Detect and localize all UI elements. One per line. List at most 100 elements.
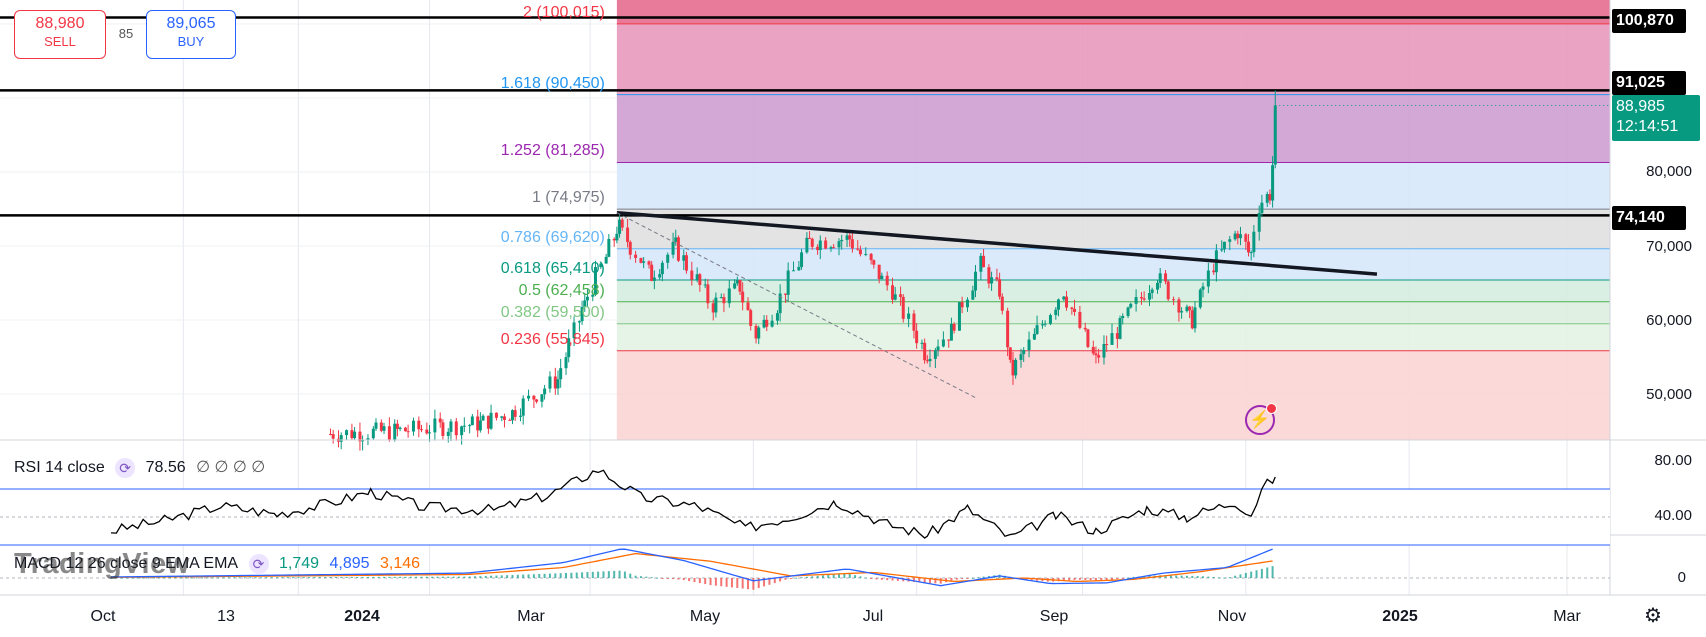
macd-histogram-bar (431, 576, 434, 578)
macd-histogram-bar (821, 575, 824, 578)
candle-body (382, 426, 386, 431)
candle-body (1147, 293, 1151, 300)
gear-icon[interactable]: ⚙ (1644, 603, 1662, 628)
histogram-value: 3,146 (380, 555, 421, 573)
candle-body (1257, 213, 1261, 232)
candle-body (1043, 323, 1047, 325)
price-marker-74140[interactable]: 74,140 (1612, 206, 1686, 230)
candle-body (719, 297, 723, 299)
macd-histogram-bar (495, 575, 498, 578)
macd-histogram-bar (436, 576, 439, 578)
candle-body (462, 425, 466, 427)
macd-tick-0: 0 (1677, 569, 1686, 586)
cycle-icon[interactable]: ⟳ (248, 554, 269, 574)
candle-body (398, 427, 402, 430)
candle-body (1011, 359, 1015, 376)
macd-histogram-bar (575, 572, 578, 578)
candle-body (741, 291, 745, 303)
macd-histogram-bar (1185, 575, 1188, 578)
macd-histogram-bar (966, 578, 969, 579)
macd-histogram-bar (950, 578, 953, 581)
macd-histogram-bar (725, 578, 728, 587)
macd-histogram-bar (864, 577, 867, 579)
candle-body (797, 266, 801, 271)
candle-body (425, 429, 429, 434)
candle-body (1121, 315, 1125, 319)
price-marker-100870[interactable]: 100,870 (1612, 9, 1686, 33)
macd-histogram-bar (356, 576, 359, 578)
fib-zone-0 (616, 0, 1610, 24)
candle-body (438, 418, 442, 423)
macd-histogram-bar (457, 576, 460, 578)
candle-body (960, 302, 964, 308)
rsi-legend[interactable]: RSI 14 close ⟳ 78.56 ∅ ∅ ∅ ∅ (14, 457, 271, 478)
macd-histogram-bar (570, 572, 573, 578)
macd-histogram-bar (409, 576, 412, 578)
candle-body (818, 240, 822, 251)
macd-histogram-bar (586, 572, 589, 578)
macd-value: 1,749 (279, 555, 320, 573)
macd-histogram-bar (388, 576, 391, 578)
macd-histogram-bar (265, 577, 268, 579)
macd-histogram-bar (1202, 576, 1205, 578)
sell-label: SELL (44, 34, 76, 49)
candle-body (775, 313, 779, 321)
candle-body (1268, 194, 1272, 201)
macd-histogram-bar (452, 576, 455, 578)
buy-button[interactable]: 89,065 BUY (146, 10, 236, 59)
candle-body (1158, 273, 1162, 283)
price-marker-91025[interactable]: 91,025 (1612, 71, 1686, 95)
macd-histogram-bar (891, 578, 894, 581)
candle-body (460, 426, 464, 436)
macd-histogram-bar (565, 572, 568, 578)
macd-histogram-bar (329, 577, 332, 579)
price-tick-50000: 50,000 (1646, 386, 1692, 403)
tradingview-watermark: TradingView (14, 548, 190, 581)
candle-body (864, 253, 868, 255)
macd-histogram-bar (345, 576, 348, 578)
candle-body (749, 310, 753, 326)
macd-histogram-bar (698, 578, 701, 584)
macd-histogram-bar (838, 574, 841, 578)
macd-histogram-bar (741, 578, 744, 589)
macd-histogram-bar (500, 575, 503, 578)
cycle-icon[interactable]: ⟳ (115, 457, 136, 478)
candle-body (682, 255, 686, 261)
candle-body (805, 237, 809, 253)
candle-body (1150, 289, 1154, 294)
macd-histogram-bar (1089, 578, 1092, 581)
candle-body (952, 324, 956, 331)
macd-histogram-bar (661, 578, 664, 579)
candle-body (535, 399, 539, 402)
sell-button[interactable]: 88,980 SELL (14, 10, 106, 59)
time-label-2024: 2024 (344, 608, 380, 625)
candle-body (411, 420, 415, 432)
candle-body (666, 254, 670, 263)
candle-body (564, 357, 568, 369)
macd-histogram-bar (720, 578, 723, 587)
candle-body (395, 423, 399, 430)
lightning-icon[interactable]: ⚡ (1245, 403, 1277, 435)
macd-histogram-bar (623, 571, 626, 578)
price-tick-70000: 70,000 (1646, 238, 1692, 255)
candle-body (387, 426, 391, 440)
macd-histogram-bar (859, 576, 862, 578)
time-label-nov: Nov (1217, 608, 1247, 625)
candle-body (406, 431, 410, 433)
macd-histogram-bar (324, 577, 327, 579)
candle-body (1129, 303, 1133, 308)
macd-histogram-bar (479, 576, 482, 578)
fib-zone-2 (616, 94, 1610, 163)
candle-body (1102, 344, 1106, 358)
candle-body (920, 342, 924, 344)
candle-body (990, 277, 994, 284)
candle-body (481, 415, 485, 421)
macd-histogram-bar (425, 576, 428, 578)
watermark-text: TradingView (14, 548, 190, 580)
macd-histogram-bar (522, 574, 525, 578)
candle-body (494, 412, 498, 418)
chart-canvas[interactable] (0, 0, 1706, 637)
macd-histogram-bar (286, 577, 289, 579)
candle-body (1247, 241, 1251, 253)
candle-body (1185, 306, 1189, 312)
